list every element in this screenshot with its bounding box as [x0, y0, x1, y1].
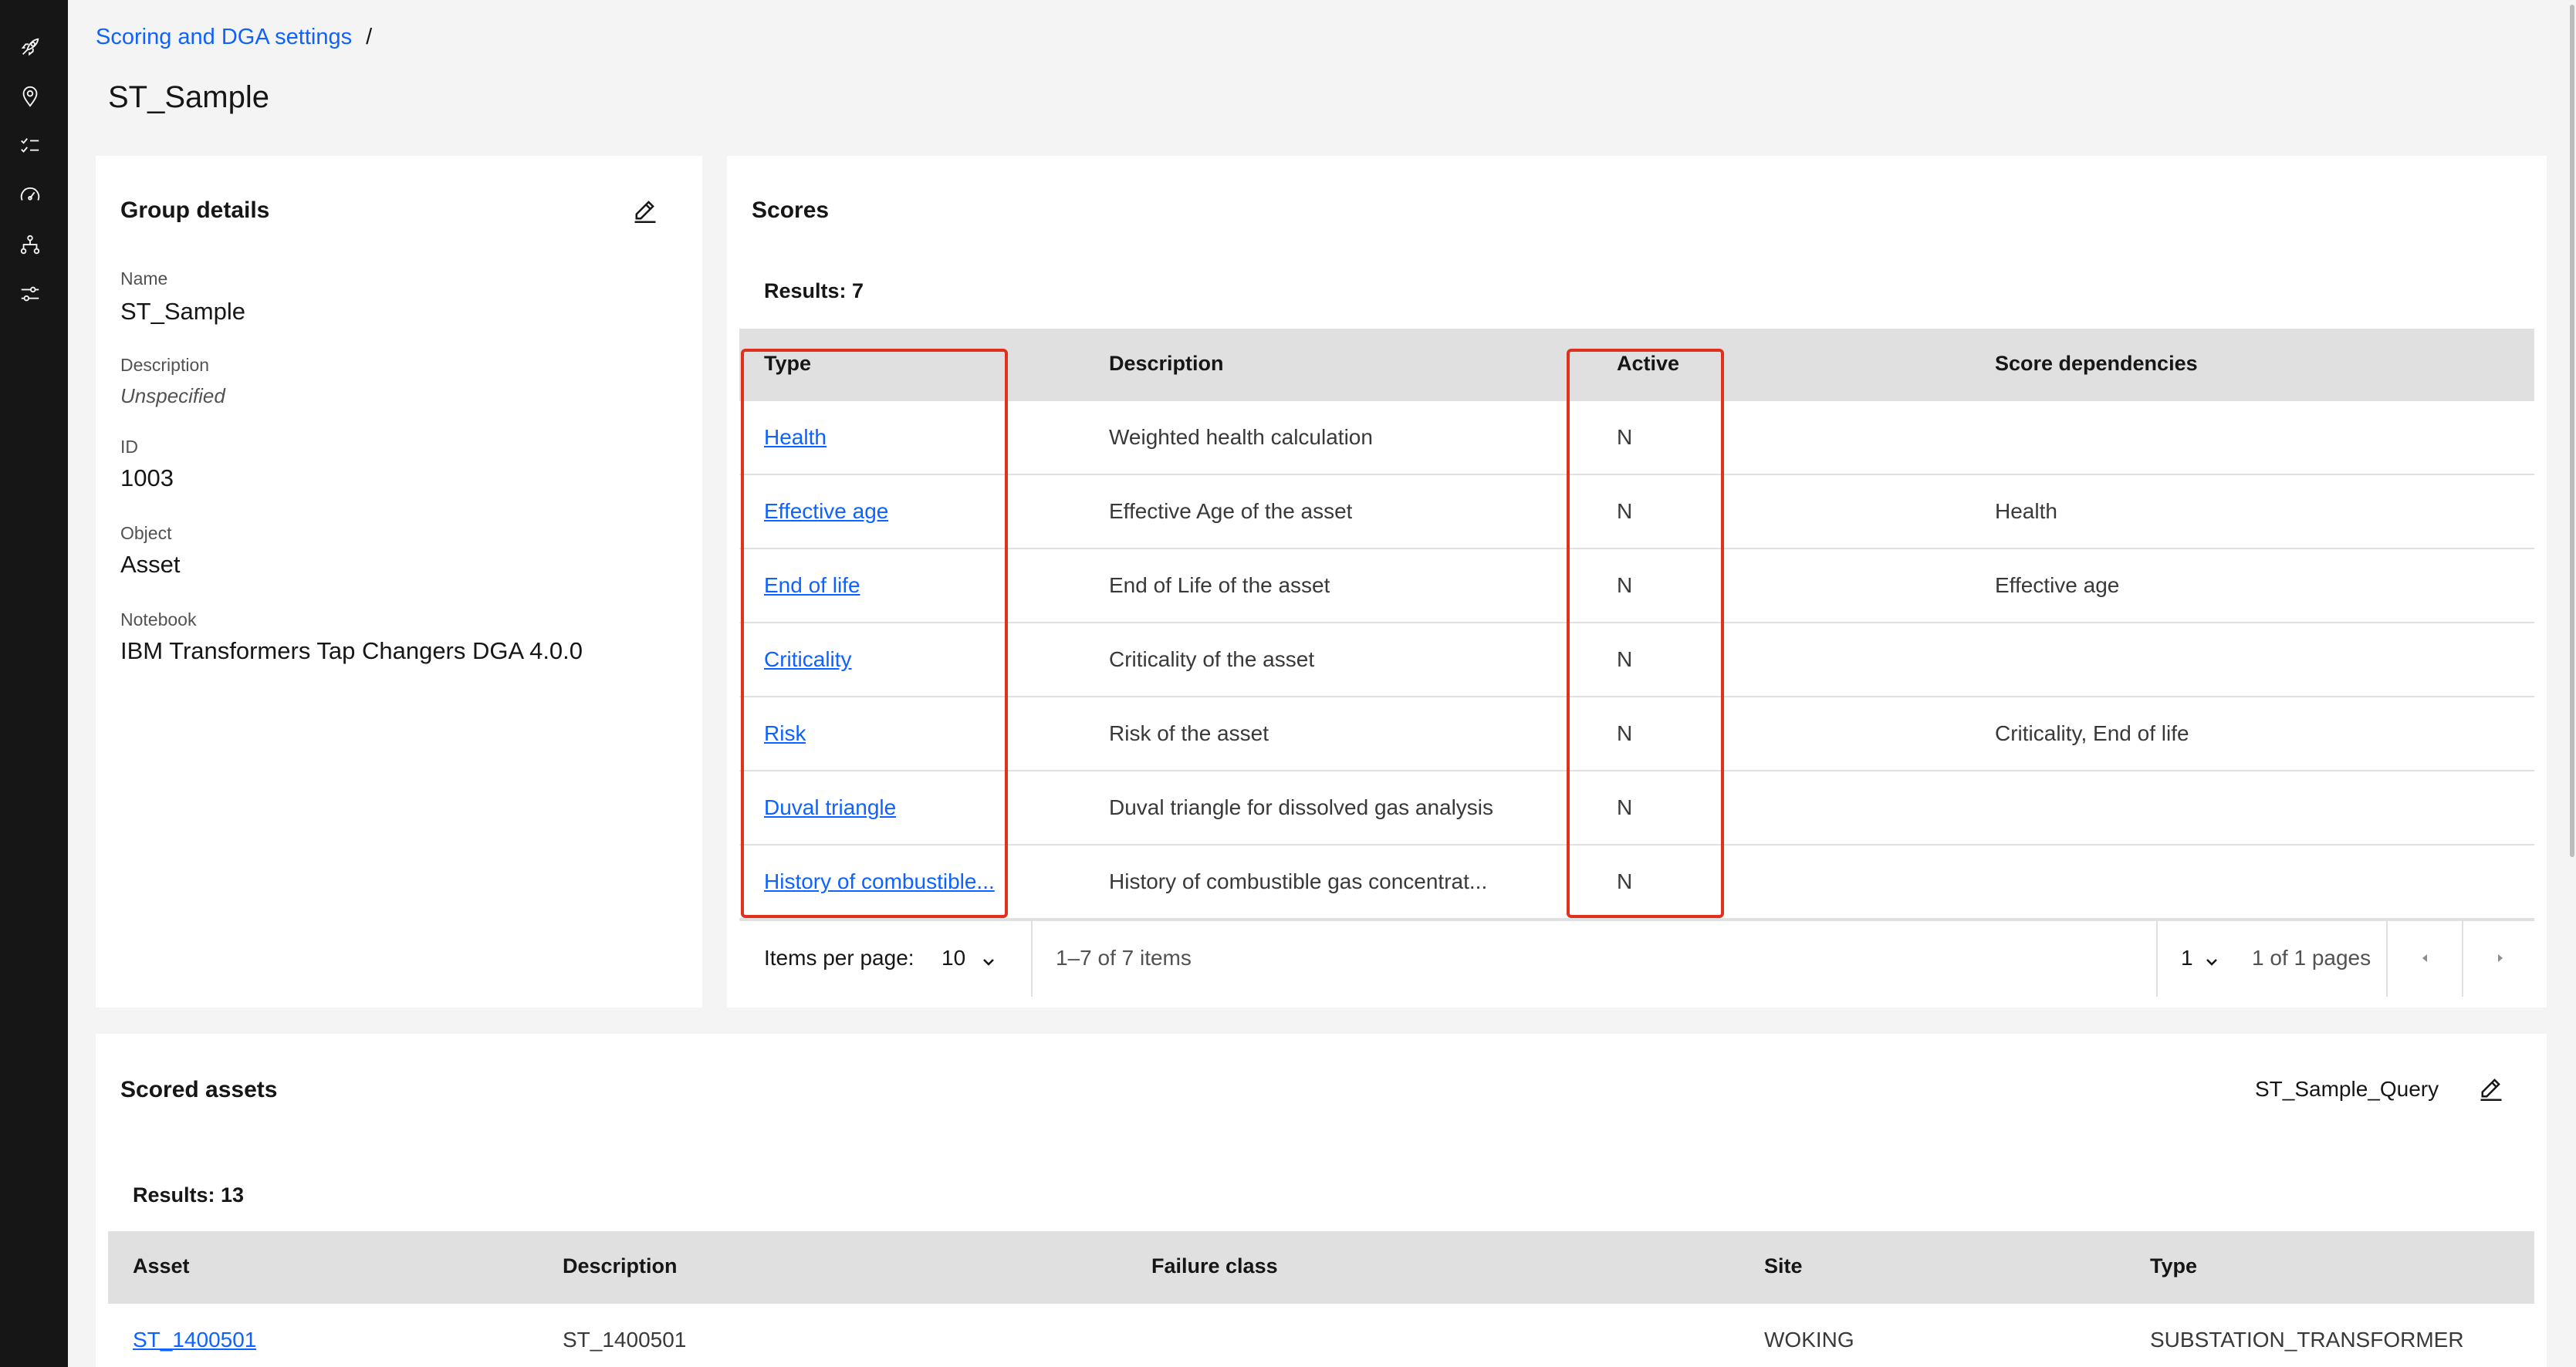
score-type-link[interactable]: End of life: [764, 573, 860, 598]
breadcrumb: Scoring and DGA settings /: [96, 25, 372, 50]
edit-query-button[interactable]: [2474, 1071, 2508, 1105]
score-description: Weighted health calculation: [1109, 425, 1373, 449]
scored-assets-query: ST_Sample_Query: [2255, 1077, 2439, 1101]
score-type-link[interactable]: History of combustible...: [764, 869, 995, 894]
score-active: N: [1617, 795, 1633, 819]
score-description: End of Life of the asset: [1109, 573, 1330, 597]
table-row: Health Weighted health calculation N: [739, 401, 2534, 475]
score-active: N: [1617, 425, 1633, 449]
column-header-active[interactable]: Active: [1617, 352, 1679, 376]
score-description: History of combustible gas concentrat...: [1109, 869, 1488, 893]
score-description: Criticality of the asset: [1109, 647, 1315, 671]
table-row: Duval triangle Duval triangle for dissol…: [739, 771, 2534, 846]
score-dependencies: Effective age: [1995, 573, 2120, 597]
column-header-type[interactable]: Type: [2150, 1254, 2197, 1278]
scores-title: Scores: [752, 197, 830, 223]
scored-assets-table-header: Asset Description Failure class Site Typ…: [108, 1231, 2534, 1304]
field-label-description: Description: [120, 355, 210, 375]
score-description: Effective Age of the asset: [1109, 499, 1353, 523]
chevron-down-icon: [2204, 950, 2219, 966]
page-scrollbar[interactable]: [2567, 0, 2576, 1367]
scores-table-header: Type Description Active Score dependenci…: [739, 329, 2534, 401]
field-value-description: Unspecified: [120, 384, 225, 407]
field-value-notebook: IBM Transformers Tap Changers DGA 4.0.0: [120, 637, 583, 664]
scores-card: Scores Results: 7 Type Description Activ…: [727, 156, 2547, 1008]
left-nav-rail: [0, 0, 68, 1367]
asset-link[interactable]: ST_1400501: [133, 1328, 256, 1352]
column-header-score-dependencies[interactable]: Score dependencies: [1995, 352, 2198, 376]
breadcrumb-separator: /: [366, 25, 373, 49]
score-dependencies: Criticality, End of life: [1995, 721, 2189, 745]
edit-group-button[interactable]: [628, 193, 662, 227]
score-type-link[interactable]: Health: [764, 425, 827, 450]
page-select-value: 1: [2181, 946, 2193, 970]
table-row: Criticality Criticality of the asset N: [739, 623, 2534, 697]
column-header-description[interactable]: Description: [1109, 352, 1224, 376]
previous-page-button[interactable]: [2388, 921, 2462, 995]
edit-icon: [2480, 1078, 2502, 1101]
items-per-page-label: Items per page:: [764, 946, 914, 970]
pagination-divider: [2156, 921, 2158, 997]
column-header-failure-class[interactable]: Failure class: [1151, 1254, 1278, 1278]
field-label-object: Object: [120, 523, 172, 543]
score-description: Risk of the asset: [1109, 721, 1269, 745]
pagination-pages: 1 of 1 pages: [2252, 946, 2371, 970]
score-active: N: [1617, 869, 1633, 893]
score-active: N: [1617, 499, 1633, 523]
pagination-range: 1–7 of 7 items: [1056, 946, 1192, 970]
score-active: N: [1617, 721, 1633, 745]
breadcrumb-link-scoring-settings[interactable]: Scoring and DGA settings: [96, 25, 352, 50]
asset-type: SUBSTATION_TRANSFORMER: [2150, 1328, 2464, 1352]
field-value-object: Asset: [120, 551, 181, 578]
location-icon[interactable]: [17, 83, 43, 110]
field-label-notebook: Notebook: [120, 609, 197, 629]
scored-assets-results-count: Results: 13: [133, 1183, 245, 1207]
gauge-icon[interactable]: [17, 182, 43, 208]
column-header-type[interactable]: Type: [764, 352, 811, 376]
score-type-link[interactable]: Effective age: [764, 499, 888, 524]
settings-sliders-icon[interactable]: [17, 281, 43, 307]
scores-results-count: Results: 7: [764, 279, 864, 302]
asset-site: WOKING: [1764, 1328, 1854, 1352]
column-header-description[interactable]: Description: [563, 1254, 678, 1278]
group-details-title: Group details: [120, 197, 270, 223]
scrollbar-thumb[interactable]: [2570, 5, 2574, 857]
page-title: ST_Sample: [108, 80, 269, 114]
column-header-site[interactable]: Site: [1764, 1254, 1803, 1278]
page-select[interactable]: 1: [2181, 946, 2219, 970]
score-description: Duval triangle for dissolved gas analysi…: [1109, 795, 1494, 819]
asset-description: ST_1400501: [563, 1328, 687, 1352]
column-header-asset[interactable]: Asset: [133, 1254, 190, 1278]
table-row: ST_1400501 ST_1400501 WOKING SUBSTATION_…: [108, 1304, 2534, 1367]
edit-icon: [634, 201, 656, 223]
hierarchy-icon[interactable]: [17, 231, 43, 258]
scored-assets-card: Scored assets ST_Sample_Query Results: 1…: [96, 1034, 2547, 1367]
score-active: N: [1617, 573, 1633, 597]
field-value-name: ST_Sample: [120, 298, 245, 325]
caret-left-icon: [2422, 954, 2427, 962]
table-row: End of life End of Life of the asset N E…: [739, 549, 2534, 623]
score-active: N: [1617, 647, 1633, 671]
chevron-down-icon: [981, 950, 996, 966]
items-per-page-value: 10: [941, 946, 966, 970]
field-label-name: Name: [120, 268, 168, 289]
field-label-id: ID: [120, 437, 138, 457]
field-value-id: 1003: [120, 464, 174, 491]
score-type-link[interactable]: Criticality: [764, 647, 852, 672]
score-type-link[interactable]: Risk: [764, 721, 806, 746]
rocket-icon[interactable]: [17, 34, 43, 60]
table-row: Risk Risk of the asset N Criticality, En…: [739, 697, 2534, 771]
table-row: History of combustible... History of com…: [739, 846, 2534, 920]
scores-pagination: Items per page: 10 1–7 of 7 items 1 1 of…: [739, 920, 2537, 997]
table-row: Effective age Effective Age of the asset…: [739, 475, 2534, 549]
score-type-link[interactable]: Duval triangle: [764, 795, 896, 820]
items-per-page-select[interactable]: 10: [941, 946, 996, 970]
scored-assets-title: Scored assets: [120, 1077, 278, 1102]
checklist-icon[interactable]: [17, 133, 43, 159]
next-page-button[interactable]: [2463, 921, 2537, 995]
caret-right-icon: [2498, 954, 2503, 962]
pagination-divider: [1031, 921, 1033, 997]
group-details-card: Group details Name ST_Sample Description…: [96, 156, 702, 1008]
score-dependencies: Health: [1995, 499, 2057, 523]
